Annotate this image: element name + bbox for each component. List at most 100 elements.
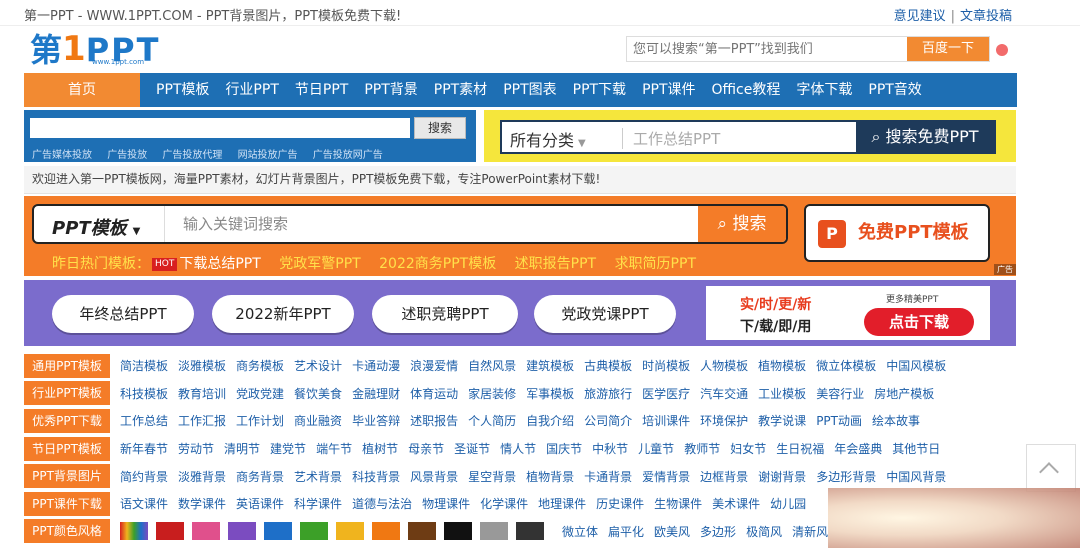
category-link[interactable]: 体育运动 xyxy=(410,385,458,402)
ad-link[interactable]: 广告投放 xyxy=(107,150,147,161)
category-link[interactable]: 爱情背景 xyxy=(642,468,690,485)
nav-home[interactable]: 首页 xyxy=(24,73,140,107)
main-search-input[interactable]: 输入关键词搜索 xyxy=(164,206,288,242)
category-link[interactable]: 简约背景 xyxy=(120,468,168,485)
category-link[interactable]: 谢谢背景 xyxy=(758,468,806,485)
category-link[interactable]: 历史课件 xyxy=(596,495,644,512)
color-swatch[interactable] xyxy=(480,522,508,541)
style-link[interactable]: 极简风 xyxy=(746,523,782,540)
category-link[interactable]: 工作总结 xyxy=(120,412,168,429)
feedback-link[interactable]: 意见建议 xyxy=(894,9,946,24)
ad-search-input[interactable] xyxy=(30,118,410,138)
category-link[interactable]: 教学说课 xyxy=(758,412,806,429)
category-link[interactable]: 工作计划 xyxy=(236,412,284,429)
category-link[interactable]: 新年春节 xyxy=(120,440,168,457)
category-head[interactable]: PPT背景图片 xyxy=(24,464,110,489)
category-link[interactable]: 简洁模板 xyxy=(120,357,168,374)
category-link[interactable]: 教育培训 xyxy=(178,385,226,402)
category-link[interactable]: 其他节日 xyxy=(892,440,940,457)
nav-industry-ppt[interactable]: 行业PPT xyxy=(217,73,286,107)
category-link[interactable]: 情人节 xyxy=(500,440,536,457)
nav-font-download[interactable]: 字体下载 xyxy=(788,73,860,107)
style-link[interactable]: 多边形 xyxy=(700,523,736,540)
category-link[interactable]: 培训课件 xyxy=(642,412,690,429)
category-link[interactable]: 工业模板 xyxy=(758,385,806,402)
category-link[interactable]: 妇女节 xyxy=(730,440,766,457)
category-link[interactable]: 教师节 xyxy=(684,440,720,457)
category-link[interactable]: 建筑模板 xyxy=(526,357,574,374)
category-link[interactable]: 清明节 xyxy=(224,440,260,457)
category-link[interactable]: 中国风背景 xyxy=(886,468,946,485)
category-link[interactable]: 建党节 xyxy=(270,440,306,457)
category-link[interactable]: 语文课件 xyxy=(120,495,168,512)
category-link[interactable]: 环境保护 xyxy=(700,412,748,429)
category-link[interactable]: 中国风模板 xyxy=(886,357,946,374)
color-swatch[interactable] xyxy=(156,522,184,541)
style-link[interactable]: 欧美风 xyxy=(654,523,690,540)
category-link[interactable]: 植物模板 xyxy=(758,357,806,374)
style-link[interactable]: 微立体 xyxy=(562,523,598,540)
category-link[interactable]: 汽车交通 xyxy=(700,385,748,402)
category-link[interactable]: 边框背景 xyxy=(700,468,748,485)
category-link[interactable]: 端午节 xyxy=(316,440,352,457)
free-ppt-search-input[interactable]: 工作总结PPT xyxy=(622,128,720,149)
hot-link[interactable]: 下载总结PPT xyxy=(179,256,260,272)
category-link[interactable]: 幼儿园 xyxy=(770,495,806,512)
featured-pill[interactable]: 党政党课PPT xyxy=(534,295,676,333)
category-link[interactable]: 绘本故事 xyxy=(872,412,920,429)
category-link[interactable]: 母亲节 xyxy=(408,440,444,457)
category-link[interactable]: 金融理财 xyxy=(352,385,400,402)
category-link[interactable]: 房地产模板 xyxy=(874,385,934,402)
category-link[interactable]: 淡雅模板 xyxy=(178,357,226,374)
category-link[interactable]: 时尚模板 xyxy=(642,357,690,374)
category-link[interactable]: 儿童节 xyxy=(638,440,674,457)
color-swatch[interactable] xyxy=(408,522,436,541)
category-link[interactable]: 商务模板 xyxy=(236,357,284,374)
category-link[interactable]: 科学课件 xyxy=(294,495,342,512)
category-link[interactable]: 医学医疗 xyxy=(642,385,690,402)
category-link[interactable]: 物理课件 xyxy=(422,495,470,512)
site-logo[interactable]: 第 1 PPT www.1ppt.com xyxy=(30,30,160,66)
category-link[interactable]: 植物背景 xyxy=(526,468,574,485)
nav-ppt-templates[interactable]: PPT模板 xyxy=(148,73,217,107)
nav-festival-ppt[interactable]: 节日PPT xyxy=(287,73,356,107)
free-ppt-templates-button[interactable]: P 免费PPT模板 xyxy=(804,204,990,262)
color-swatch[interactable] xyxy=(444,522,472,541)
style-link[interactable]: 清新风 xyxy=(792,523,828,540)
category-select[interactable]: 所有分类 ▼ xyxy=(510,127,586,151)
category-link[interactable]: 浪漫爱情 xyxy=(410,357,458,374)
color-swatch[interactable] xyxy=(300,522,328,541)
category-link[interactable]: 卡通背景 xyxy=(584,468,632,485)
color-swatch[interactable] xyxy=(228,522,256,541)
category-link[interactable]: 述职报告 xyxy=(410,412,458,429)
category-link[interactable]: 生日祝福 xyxy=(776,440,824,457)
category-link[interactable]: 风景背景 xyxy=(410,468,458,485)
color-swatch[interactable] xyxy=(192,522,220,541)
nav-ppt-materials[interactable]: PPT素材 xyxy=(426,73,495,107)
hot-link[interactable]: 党政军警PPT xyxy=(279,256,360,272)
ad-search-button[interactable]: 搜索 xyxy=(414,117,466,139)
color-swatch[interactable] xyxy=(264,522,292,541)
nav-ppt-courseware[interactable]: PPT课件 xyxy=(634,73,703,107)
category-link[interactable]: 军事模板 xyxy=(526,385,574,402)
category-link[interactable]: 艺术背景 xyxy=(294,468,342,485)
ad-link[interactable]: 网站投放广告 xyxy=(238,150,298,161)
category-link[interactable]: 植树节 xyxy=(362,440,398,457)
featured-pill[interactable]: 年终总结PPT xyxy=(52,295,194,333)
click-download-button[interactable]: 点击下载 xyxy=(864,308,974,336)
nav-ppt-backgrounds[interactable]: PPT背景 xyxy=(356,73,425,107)
nav-ppt-sounds[interactable]: PPT音效 xyxy=(860,73,929,107)
category-link[interactable]: 圣诞节 xyxy=(454,440,490,457)
category-link[interactable]: 科技背景 xyxy=(352,468,400,485)
category-link[interactable]: 餐饮美食 xyxy=(294,385,342,402)
category-head[interactable]: 行业PPT模板 xyxy=(24,381,110,406)
featured-pill[interactable]: 2022新年PPT xyxy=(212,295,354,333)
main-search-button[interactable]: ⌕ 搜索 xyxy=(698,206,786,242)
category-link[interactable]: 公司简介 xyxy=(584,412,632,429)
category-link[interactable]: 化学课件 xyxy=(480,495,528,512)
category-link[interactable]: 劳动节 xyxy=(178,440,214,457)
category-link[interactable]: 中秋节 xyxy=(592,440,628,457)
download-promo[interactable]: 实/时/更/新 下/载/即/用 更多精美PPT 点击下载 xyxy=(706,286,990,340)
category-link[interactable]: 古典模板 xyxy=(584,357,632,374)
category-head[interactable]: 优秀PPT下载 xyxy=(24,408,110,433)
